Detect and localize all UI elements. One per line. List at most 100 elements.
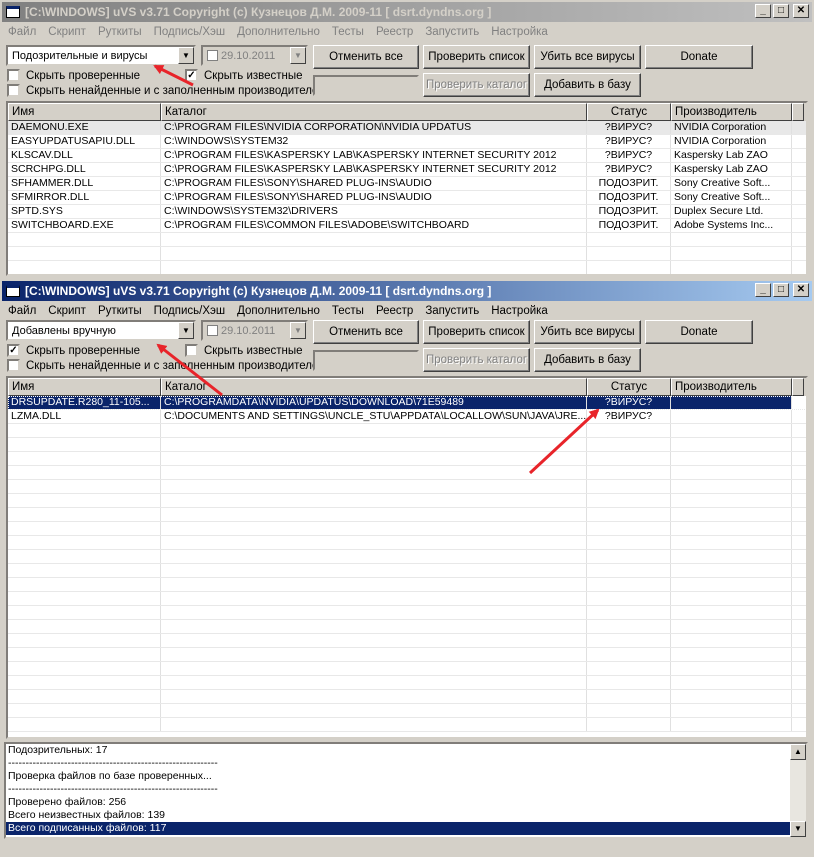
- cell-vendor: Adobe Systems Inc...: [671, 219, 792, 232]
- chevron-down-icon[interactable]: ▼: [178, 322, 194, 339]
- menu-registry[interactable]: Реестр: [370, 305, 419, 317]
- empty-row: [8, 662, 806, 676]
- checkbox-box[interactable]: ✓: [185, 69, 198, 82]
- hide-notfound-checkbox[interactable]: Скрыть ненайденные и с заполненным произ…: [7, 359, 326, 372]
- cell-name: EASYUPDATUSAPIU.DLL: [8, 135, 161, 148]
- empty-field: [313, 75, 419, 96]
- column-header-name[interactable]: Имя: [8, 103, 161, 121]
- menu-settings[interactable]: Настройка: [485, 26, 554, 38]
- date-picker[interactable]: 29.10.2011 ▼: [201, 320, 308, 341]
- menu-tests[interactable]: Тесты: [326, 305, 370, 317]
- column-header-dir[interactable]: Каталог: [161, 378, 587, 396]
- table-row[interactable]: SWITCHBOARD.EXE C:\PROGRAM FILES\COMMON F…: [8, 219, 806, 233]
- log-panel[interactable]: Подозрительных: 17 ---------------------…: [4, 742, 808, 839]
- check-dir-button[interactable]: Проверить каталог: [423, 73, 530, 97]
- hide-notfound-checkbox[interactable]: Скрыть ненайденные и с заполненным произ…: [7, 84, 326, 97]
- cancel-all-button[interactable]: Отменить все: [313, 45, 419, 69]
- column-header-vendor[interactable]: Производитель: [671, 378, 792, 396]
- maximize-icon[interactable]: □: [773, 283, 789, 297]
- menu-signature[interactable]: Подпись/Хэш: [148, 26, 231, 38]
- cell-vendor: Sony Creative Soft...: [671, 191, 792, 204]
- add-to-db-button[interactable]: Добавить в базу: [534, 73, 641, 97]
- table-row[interactable]: SFHAMMER.DLL C:\PROGRAM FILES\SONY\SHARED…: [8, 177, 806, 191]
- checkbox-label: Скрыть известные: [204, 69, 303, 82]
- donate-button[interactable]: Donate: [645, 45, 753, 69]
- check-list-button[interactable]: Проверить список: [423, 45, 530, 69]
- menu-signature[interactable]: Подпись/Хэш: [148, 305, 231, 317]
- hide-known-checkbox[interactable]: ✓ Скрыть известные: [185, 69, 303, 82]
- minimize-icon[interactable]: _: [755, 4, 771, 18]
- column-header-name[interactable]: Имя: [8, 378, 161, 396]
- table-row[interactable]: DAEMONU.EXE C:\PROGRAM FILES\NVIDIA CORPO…: [8, 121, 806, 135]
- menu-rootkits[interactable]: Руткиты: [92, 305, 148, 317]
- title-bar[interactable]: [C:\WINDOWS] uVS v3.71 Copyright (c) Куз…: [2, 2, 812, 22]
- check-list-button[interactable]: Проверить список: [423, 320, 530, 344]
- cell-status: ПОДОЗРИТ.: [587, 177, 671, 190]
- cell-name: SFHAMMER.DLL: [8, 177, 161, 190]
- menu-extra[interactable]: Дополнительно: [231, 26, 326, 38]
- date-picker[interactable]: 29.10.2011 ▼: [201, 45, 308, 66]
- check-dir-button[interactable]: Проверить каталог: [423, 348, 530, 372]
- log-line: Проверка файлов по базе проверенных...: [8, 770, 212, 782]
- menu-file[interactable]: Файл: [2, 305, 42, 317]
- scroll-down-icon[interactable]: ▼: [790, 821, 806, 837]
- table-row-selected[interactable]: DRSUPDATE.R280_11-105... C:\PROGRAMDATA\N…: [8, 396, 806, 410]
- hide-known-checkbox[interactable]: Скрыть известные: [185, 344, 303, 357]
- table-row[interactable]: LZMA.DLL C:\DOCUMENTS AND SETTINGS\UNCLE_…: [8, 410, 806, 424]
- filter-value: Подозрительные и вирусы: [12, 49, 148, 62]
- cancel-all-button[interactable]: Отменить все: [313, 320, 419, 344]
- column-header-status[interactable]: Статус: [587, 378, 671, 396]
- column-header-vendor[interactable]: Производитель: [671, 103, 792, 121]
- filter-select[interactable]: Добавлены вручную ▼: [6, 320, 196, 341]
- chevron-down-icon[interactable]: ▼: [290, 47, 306, 64]
- donate-button[interactable]: Donate: [645, 320, 753, 344]
- menu-settings[interactable]: Настройка: [485, 305, 554, 317]
- chevron-down-icon[interactable]: ▼: [178, 47, 194, 64]
- add-to-db-button[interactable]: Добавить в базу: [534, 348, 641, 372]
- checkbox-box[interactable]: [7, 84, 20, 97]
- menu-script[interactable]: Скрипт: [42, 305, 92, 317]
- menu-file[interactable]: Файл: [2, 26, 42, 38]
- checkbox-box[interactable]: ✓: [7, 344, 20, 357]
- hide-checked-checkbox[interactable]: ✓ Скрыть проверенные: [7, 344, 140, 357]
- checkbox-box[interactable]: [7, 69, 20, 82]
- empty-field: [313, 350, 419, 371]
- table-row[interactable]: EASYUPDATUSAPIU.DLL C:\WINDOWS\SYSTEM32 ?В…: [8, 135, 806, 149]
- maximize-icon[interactable]: □: [773, 4, 789, 18]
- menu-run[interactable]: Запустить: [419, 26, 485, 38]
- filter-select[interactable]: Подозрительные и вирусы ▼: [6, 45, 196, 66]
- cell-dir: C:\WINDOWS\SYSTEM32\DRIVERS: [161, 205, 587, 218]
- chevron-down-icon[interactable]: ▼: [290, 322, 306, 339]
- checkbox-box[interactable]: [185, 344, 198, 357]
- scroll-up-icon[interactable]: ▲: [790, 744, 806, 760]
- log-scrollbar[interactable]: ▲ ▼: [790, 744, 806, 837]
- kill-all-viruses-button[interactable]: Убить все вирусы: [534, 45, 641, 69]
- log-separator: ----------------------------------------…: [8, 757, 218, 769]
- menu-rootkits[interactable]: Руткиты: [92, 26, 148, 38]
- menu-tests[interactable]: Тесты: [326, 26, 370, 38]
- menu-script[interactable]: Скрипт: [42, 26, 92, 38]
- menu-extra[interactable]: Дополнительно: [231, 305, 326, 317]
- checkbox-label: Скрыть проверенные: [26, 344, 141, 357]
- empty-row: [8, 676, 806, 690]
- column-header-status[interactable]: Статус: [587, 103, 671, 121]
- minimize-icon[interactable]: _: [755, 283, 771, 297]
- date-checkbox[interactable]: [207, 50, 218, 61]
- table-row[interactable]: SCRCHPG.DLL C:\PROGRAM FILES\KASPERSKY LA…: [8, 163, 806, 177]
- menu-run[interactable]: Запустить: [419, 305, 485, 317]
- menu-registry[interactable]: Реестр: [370, 26, 419, 38]
- kill-all-viruses-button[interactable]: Убить все вирусы: [534, 320, 641, 344]
- table-row[interactable]: KLSCAV.DLL C:\PROGRAM FILES\KASPERSKY LAB…: [8, 149, 806, 163]
- title-bar[interactable]: [C:\WINDOWS] uVS v3.71 Copyright (c) Куз…: [2, 281, 812, 301]
- menu-bar: Файл Скрипт Руткиты Подпись/Хэш Дополнит…: [2, 22, 812, 41]
- log-line-selected: Всего подписанных файлов: 117: [6, 822, 806, 835]
- table-row[interactable]: SFMIRROR.DLL C:\PROGRAM FILES\SONY\SHARED…: [8, 191, 806, 205]
- close-icon[interactable]: ✕: [793, 283, 809, 297]
- date-checkbox[interactable]: [207, 325, 218, 336]
- close-icon[interactable]: ✕: [793, 4, 809, 18]
- checkbox-box[interactable]: [7, 359, 20, 372]
- empty-row: [8, 438, 806, 452]
- table-row[interactable]: SPTD.SYS C:\WINDOWS\SYSTEM32\DRIVERS ПОДОЗ…: [8, 205, 806, 219]
- hide-checked-checkbox[interactable]: Скрыть проверенные: [7, 69, 140, 82]
- column-header-dir[interactable]: Каталог: [161, 103, 587, 121]
